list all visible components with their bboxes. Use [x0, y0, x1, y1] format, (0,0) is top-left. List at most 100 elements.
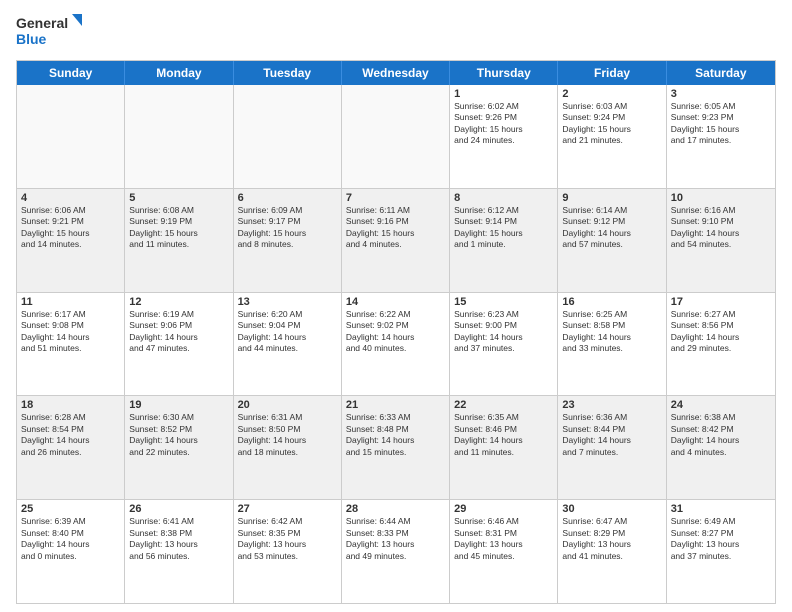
- day-cell-31: 31Sunrise: 6:49 AM Sunset: 8:27 PM Dayli…: [667, 500, 775, 603]
- day-number: 4: [21, 192, 120, 204]
- day-number: 17: [671, 296, 771, 308]
- day-info: Sunrise: 6:33 AM Sunset: 8:48 PM Dayligh…: [346, 412, 445, 458]
- day-info: Sunrise: 6:17 AM Sunset: 9:08 PM Dayligh…: [21, 309, 120, 355]
- empty-cell: [125, 85, 233, 188]
- svg-text:General: General: [16, 15, 68, 31]
- day-cell-14: 14Sunrise: 6:22 AM Sunset: 9:02 PM Dayli…: [342, 293, 450, 396]
- day-cell-9: 9Sunrise: 6:14 AM Sunset: 9:12 PM Daylig…: [558, 189, 666, 292]
- day-cell-16: 16Sunrise: 6:25 AM Sunset: 8:58 PM Dayli…: [558, 293, 666, 396]
- day-cell-5: 5Sunrise: 6:08 AM Sunset: 9:19 PM Daylig…: [125, 189, 233, 292]
- day-info: Sunrise: 6:23 AM Sunset: 9:00 PM Dayligh…: [454, 309, 553, 355]
- day-info: Sunrise: 6:03 AM Sunset: 9:24 PM Dayligh…: [562, 101, 661, 147]
- day-cell-6: 6Sunrise: 6:09 AM Sunset: 9:17 PM Daylig…: [234, 189, 342, 292]
- day-number: 21: [346, 399, 445, 411]
- day-cell-18: 18Sunrise: 6:28 AM Sunset: 8:54 PM Dayli…: [17, 396, 125, 499]
- page-header: General Blue: [16, 12, 776, 54]
- header-day-thursday: Thursday: [450, 61, 558, 85]
- header-day-friday: Friday: [558, 61, 666, 85]
- calendar-row-4: 18Sunrise: 6:28 AM Sunset: 8:54 PM Dayli…: [17, 396, 775, 500]
- day-number: 1: [454, 88, 553, 100]
- header-day-sunday: Sunday: [17, 61, 125, 85]
- day-cell-3: 3Sunrise: 6:05 AM Sunset: 9:23 PM Daylig…: [667, 85, 775, 188]
- day-cell-26: 26Sunrise: 6:41 AM Sunset: 8:38 PM Dayli…: [125, 500, 233, 603]
- day-info: Sunrise: 6:47 AM Sunset: 8:29 PM Dayligh…: [562, 516, 661, 562]
- calendar-body: 1Sunrise: 6:02 AM Sunset: 9:26 PM Daylig…: [17, 85, 775, 603]
- day-number: 14: [346, 296, 445, 308]
- day-cell-23: 23Sunrise: 6:36 AM Sunset: 8:44 PM Dayli…: [558, 396, 666, 499]
- logo-svg: General Blue: [16, 12, 86, 54]
- day-cell-8: 8Sunrise: 6:12 AM Sunset: 9:14 PM Daylig…: [450, 189, 558, 292]
- day-cell-27: 27Sunrise: 6:42 AM Sunset: 8:35 PM Dayli…: [234, 500, 342, 603]
- day-info: Sunrise: 6:09 AM Sunset: 9:17 PM Dayligh…: [238, 205, 337, 251]
- day-cell-25: 25Sunrise: 6:39 AM Sunset: 8:40 PM Dayli…: [17, 500, 125, 603]
- day-info: Sunrise: 6:44 AM Sunset: 8:33 PM Dayligh…: [346, 516, 445, 562]
- day-number: 6: [238, 192, 337, 204]
- day-cell-17: 17Sunrise: 6:27 AM Sunset: 8:56 PM Dayli…: [667, 293, 775, 396]
- day-info: Sunrise: 6:36 AM Sunset: 8:44 PM Dayligh…: [562, 412, 661, 458]
- day-number: 15: [454, 296, 553, 308]
- day-info: Sunrise: 6:05 AM Sunset: 9:23 PM Dayligh…: [671, 101, 771, 147]
- day-info: Sunrise: 6:31 AM Sunset: 8:50 PM Dayligh…: [238, 412, 337, 458]
- day-number: 11: [21, 296, 120, 308]
- day-number: 12: [129, 296, 228, 308]
- day-info: Sunrise: 6:16 AM Sunset: 9:10 PM Dayligh…: [671, 205, 771, 251]
- svg-text:Blue: Blue: [16, 31, 47, 47]
- day-number: 18: [21, 399, 120, 411]
- calendar-row-2: 4Sunrise: 6:06 AM Sunset: 9:21 PM Daylig…: [17, 189, 775, 293]
- day-cell-1: 1Sunrise: 6:02 AM Sunset: 9:26 PM Daylig…: [450, 85, 558, 188]
- day-cell-28: 28Sunrise: 6:44 AM Sunset: 8:33 PM Dayli…: [342, 500, 450, 603]
- day-number: 25: [21, 503, 120, 515]
- day-cell-15: 15Sunrise: 6:23 AM Sunset: 9:00 PM Dayli…: [450, 293, 558, 396]
- day-info: Sunrise: 6:22 AM Sunset: 9:02 PM Dayligh…: [346, 309, 445, 355]
- day-number: 3: [671, 88, 771, 100]
- day-info: Sunrise: 6:20 AM Sunset: 9:04 PM Dayligh…: [238, 309, 337, 355]
- day-number: 26: [129, 503, 228, 515]
- day-info: Sunrise: 6:14 AM Sunset: 9:12 PM Dayligh…: [562, 205, 661, 251]
- calendar-row-1: 1Sunrise: 6:02 AM Sunset: 9:26 PM Daylig…: [17, 85, 775, 189]
- header-day-monday: Monday: [125, 61, 233, 85]
- header-day-tuesday: Tuesday: [234, 61, 342, 85]
- day-info: Sunrise: 6:19 AM Sunset: 9:06 PM Dayligh…: [129, 309, 228, 355]
- day-number: 8: [454, 192, 553, 204]
- day-number: 9: [562, 192, 661, 204]
- day-number: 27: [238, 503, 337, 515]
- header-day-saturday: Saturday: [667, 61, 775, 85]
- day-number: 16: [562, 296, 661, 308]
- day-number: 29: [454, 503, 553, 515]
- day-cell-12: 12Sunrise: 6:19 AM Sunset: 9:06 PM Dayli…: [125, 293, 233, 396]
- day-cell-11: 11Sunrise: 6:17 AM Sunset: 9:08 PM Dayli…: [17, 293, 125, 396]
- day-info: Sunrise: 6:30 AM Sunset: 8:52 PM Dayligh…: [129, 412, 228, 458]
- empty-cell: [234, 85, 342, 188]
- day-number: 10: [671, 192, 771, 204]
- day-cell-24: 24Sunrise: 6:38 AM Sunset: 8:42 PM Dayli…: [667, 396, 775, 499]
- day-cell-2: 2Sunrise: 6:03 AM Sunset: 9:24 PM Daylig…: [558, 85, 666, 188]
- day-info: Sunrise: 6:38 AM Sunset: 8:42 PM Dayligh…: [671, 412, 771, 458]
- day-cell-7: 7Sunrise: 6:11 AM Sunset: 9:16 PM Daylig…: [342, 189, 450, 292]
- day-cell-21: 21Sunrise: 6:33 AM Sunset: 8:48 PM Dayli…: [342, 396, 450, 499]
- calendar-row-3: 11Sunrise: 6:17 AM Sunset: 9:08 PM Dayli…: [17, 293, 775, 397]
- day-number: 28: [346, 503, 445, 515]
- calendar-header: SundayMondayTuesdayWednesdayThursdayFrid…: [17, 61, 775, 85]
- day-number: 13: [238, 296, 337, 308]
- day-number: 19: [129, 399, 228, 411]
- day-info: Sunrise: 6:39 AM Sunset: 8:40 PM Dayligh…: [21, 516, 120, 562]
- calendar: SundayMondayTuesdayWednesdayThursdayFrid…: [16, 60, 776, 604]
- day-cell-19: 19Sunrise: 6:30 AM Sunset: 8:52 PM Dayli…: [125, 396, 233, 499]
- header-day-wednesday: Wednesday: [342, 61, 450, 85]
- day-info: Sunrise: 6:27 AM Sunset: 8:56 PM Dayligh…: [671, 309, 771, 355]
- day-number: 20: [238, 399, 337, 411]
- day-cell-22: 22Sunrise: 6:35 AM Sunset: 8:46 PM Dayli…: [450, 396, 558, 499]
- day-info: Sunrise: 6:12 AM Sunset: 9:14 PM Dayligh…: [454, 205, 553, 251]
- day-info: Sunrise: 6:08 AM Sunset: 9:19 PM Dayligh…: [129, 205, 228, 251]
- day-number: 2: [562, 88, 661, 100]
- day-info: Sunrise: 6:28 AM Sunset: 8:54 PM Dayligh…: [21, 412, 120, 458]
- calendar-row-5: 25Sunrise: 6:39 AM Sunset: 8:40 PM Dayli…: [17, 500, 775, 603]
- empty-cell: [342, 85, 450, 188]
- day-info: Sunrise: 6:42 AM Sunset: 8:35 PM Dayligh…: [238, 516, 337, 562]
- day-info: Sunrise: 6:35 AM Sunset: 8:46 PM Dayligh…: [454, 412, 553, 458]
- day-number: 5: [129, 192, 228, 204]
- day-number: 7: [346, 192, 445, 204]
- logo: General Blue: [16, 12, 86, 54]
- day-info: Sunrise: 6:02 AM Sunset: 9:26 PM Dayligh…: [454, 101, 553, 147]
- day-info: Sunrise: 6:06 AM Sunset: 9:21 PM Dayligh…: [21, 205, 120, 251]
